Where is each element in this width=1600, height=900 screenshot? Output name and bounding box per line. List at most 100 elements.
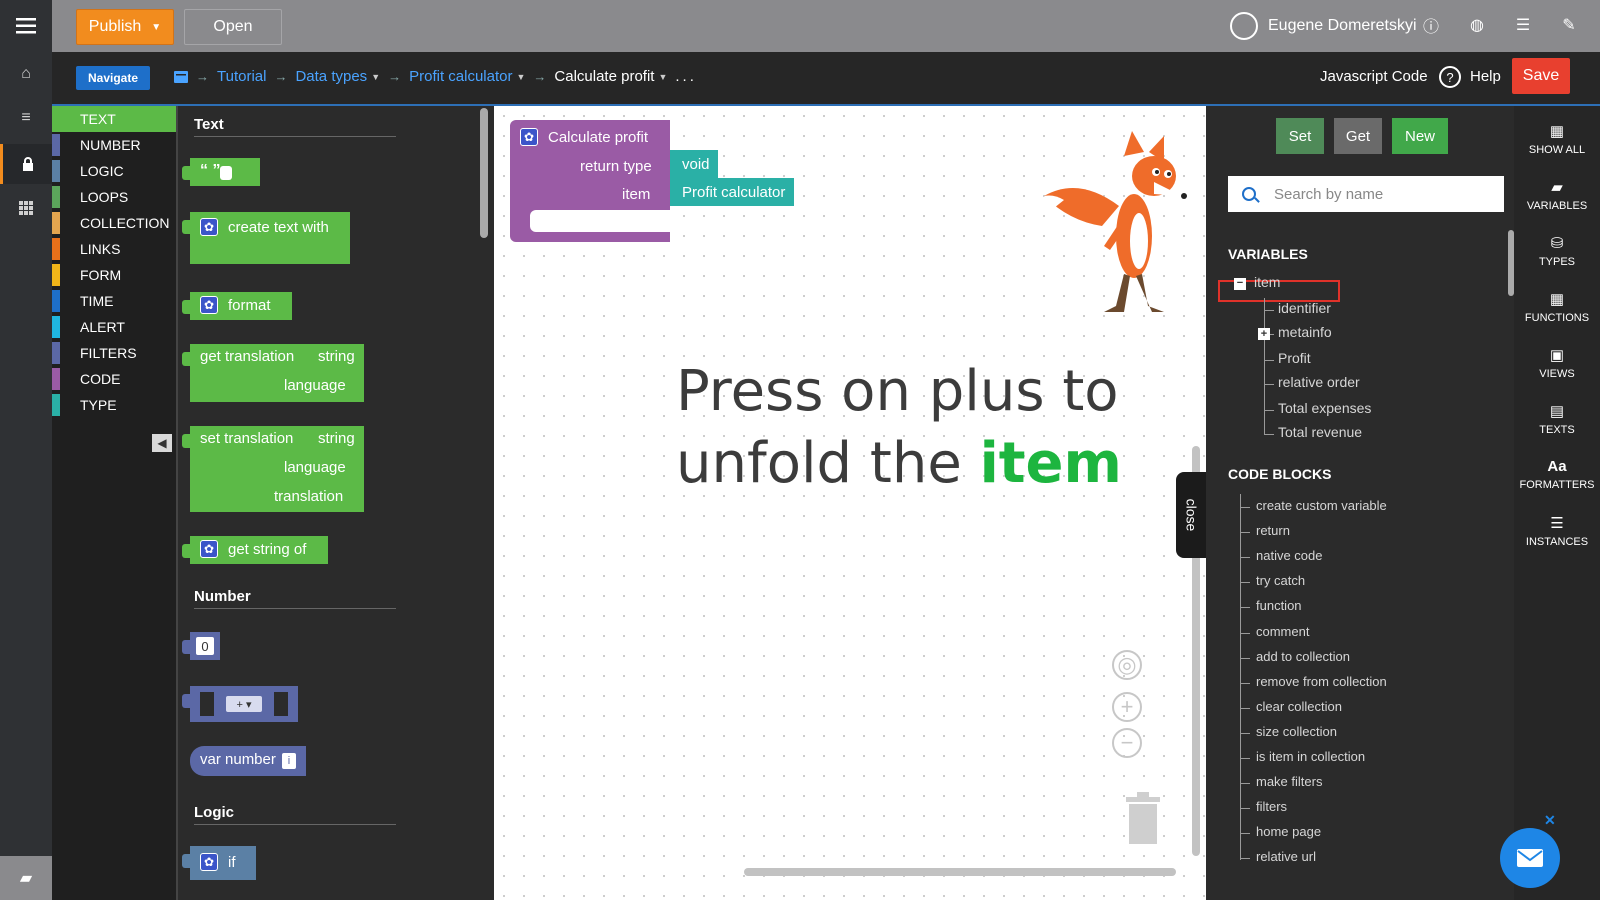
canvas-horizontal-scrollbar[interactable] [744, 868, 1176, 876]
block-arithmetic[interactable]: + ▾ [182, 686, 298, 722]
variable-field[interactable]: Profit [1278, 350, 1311, 366]
code-block-item[interactable]: relative url [1256, 849, 1316, 864]
search-input[interactable]: Search by name [1228, 176, 1504, 212]
category-logic[interactable]: LOGIC [52, 158, 176, 184]
gear-icon[interactable]: ✿ [200, 540, 218, 558]
category-number[interactable]: NUMBER [52, 132, 176, 158]
code-block-item[interactable]: create custom variable [1256, 498, 1387, 513]
block-format[interactable]: ✿ format [182, 292, 292, 320]
breadcrumb-data-types[interactable]: Data types [295, 68, 367, 85]
lock-icon[interactable] [0, 144, 52, 184]
code-block-item[interactable]: clear collection [1256, 699, 1342, 714]
chat-button[interactable] [1500, 828, 1560, 888]
javascript-code-link[interactable]: Javascript Code [1320, 68, 1428, 85]
types-tab[interactable]: ⛁ TYPES [1514, 234, 1600, 268]
category-links[interactable]: LINKS [52, 236, 176, 262]
open-button[interactable]: Open [184, 9, 282, 45]
set-button[interactable]: Set [1276, 118, 1324, 154]
expand-icon[interactable]: + [1258, 328, 1270, 340]
block-var-number[interactable]: var number i [190, 746, 306, 776]
number-input[interactable]: 0 [196, 637, 214, 655]
caret-down-icon[interactable]: ▼ [516, 72, 525, 82]
category-time[interactable]: TIME [52, 288, 176, 314]
input-slot-left[interactable] [200, 692, 214, 716]
block-text-literal[interactable]: “ ” [182, 158, 260, 186]
show-all-tab[interactable]: ▦ SHOW ALL [1514, 122, 1600, 156]
block-get-string-of[interactable]: ✿ get string of [182, 536, 328, 564]
info-icon[interactable]: ⓘ [1420, 14, 1442, 36]
code-block-item[interactable]: filters [1256, 799, 1287, 814]
code-block-item[interactable]: comment [1256, 624, 1309, 639]
menu-icon[interactable]: ≡ [0, 98, 52, 138]
save-button[interactable]: Save [1512, 58, 1570, 94]
wrench-icon[interactable]: ✎ [1558, 14, 1580, 36]
text-input-slot[interactable] [220, 166, 232, 180]
home-icon[interactable]: ⌂ [0, 54, 52, 94]
operator-dropdown[interactable]: + ▾ [226, 696, 262, 712]
main-menu-button[interactable] [0, 0, 52, 52]
navigate-button[interactable]: Navigate [76, 66, 150, 90]
block-create-text-with[interactable]: ✿ create text with [182, 212, 350, 264]
variable-field[interactable]: identifier [1278, 300, 1331, 316]
flyout-scrollbar[interactable] [480, 108, 488, 238]
code-block-item[interactable]: make filters [1256, 774, 1322, 789]
close-icon[interactable]: ✕ [1544, 812, 1556, 829]
code-block-item[interactable]: try catch [1256, 573, 1305, 588]
variable-field[interactable]: Total revenue [1278, 424, 1362, 440]
user-menu[interactable]: Eugene Domeretskyi [1230, 10, 1417, 42]
function-block-calculate-profit[interactable]: ✿ Calculate profit return type item [510, 120, 670, 242]
item-type-value[interactable]: Profit calculator [670, 178, 794, 206]
help-link[interactable]: Help [1470, 68, 1501, 85]
category-collection[interactable]: COLLECTION [52, 210, 176, 236]
category-loops[interactable]: LOOPS [52, 184, 176, 210]
caret-down-icon[interactable]: ▼ [658, 72, 667, 82]
functions-tab[interactable]: ▦ FUNCTIONS [1514, 290, 1600, 324]
code-block-item[interactable]: remove from collection [1256, 674, 1387, 689]
category-code[interactable]: CODE [52, 366, 176, 392]
help-icon[interactable]: ? [1439, 66, 1461, 88]
code-block-item[interactable]: size collection [1256, 724, 1337, 739]
code-block-item[interactable]: return [1256, 523, 1290, 538]
breadcrumb-calculate-profit[interactable]: Calculate profit [554, 68, 654, 85]
variable-field[interactable]: Total expenses [1278, 400, 1371, 416]
texts-tab[interactable]: ▤ TEXTS [1514, 402, 1600, 436]
collapse-icon[interactable]: − [1234, 278, 1246, 290]
zoom-out-icon[interactable]: − [1112, 728, 1142, 758]
category-text[interactable]: TEXT [52, 106, 176, 132]
info-icon[interactable]: i [282, 753, 296, 769]
gear-icon[interactable]: ✿ [200, 853, 218, 871]
input-slot-right[interactable] [274, 692, 288, 716]
block-get-translation[interactable]: get translation string language [182, 344, 364, 402]
category-type[interactable]: TYPE [52, 392, 176, 418]
breadcrumb-tutorial[interactable]: Tutorial [217, 68, 266, 85]
breadcrumb-profit-calculator[interactable]: Profit calculator [409, 68, 512, 85]
statement-slot[interactable] [530, 210, 670, 232]
gear-icon[interactable]: ✿ [200, 218, 218, 236]
more-menu[interactable]: ... [675, 68, 697, 85]
list-icon[interactable]: ☰ [1512, 14, 1534, 36]
publish-button[interactable]: Publish ▼ [76, 9, 174, 45]
category-filters[interactable]: FILTERS [52, 340, 176, 366]
code-block-item[interactable]: native code [1256, 548, 1323, 563]
apps-grid-icon[interactable] [0, 188, 52, 228]
trash-icon[interactable] [1124, 791, 1162, 847]
return-type-value[interactable]: void [670, 150, 718, 178]
views-tab[interactable]: ▣ VIEWS [1514, 346, 1600, 380]
formatters-tab[interactable]: Aa FORMATTERS [1514, 458, 1600, 491]
instances-tab[interactable]: ☰ INSTANCES [1514, 514, 1600, 548]
collapse-arrow-icon[interactable]: ◀ [152, 434, 172, 452]
gear-icon[interactable]: ✿ [520, 128, 538, 146]
category-alert[interactable]: ALERT [52, 314, 176, 340]
code-block-item[interactable]: is item in collection [1256, 749, 1365, 764]
zoom-in-icon[interactable]: + [1112, 692, 1142, 722]
recenter-icon[interactable]: ◎ [1112, 650, 1142, 680]
variable-item[interactable]: item [1254, 274, 1280, 290]
variable-field[interactable]: relative order [1278, 374, 1360, 390]
panel-close-tab[interactable]: close [1176, 472, 1206, 558]
block-set-translation[interactable]: set translation string language translat… [182, 426, 364, 512]
variable-field[interactable]: metainfo [1278, 324, 1332, 340]
get-button[interactable]: Get [1334, 118, 1382, 154]
globe-icon[interactable]: ◍ [1466, 14, 1488, 36]
workspace-canvas[interactable]: ✿ Calculate profit return type item void… [494, 106, 1206, 900]
block-if[interactable]: ✿ if [182, 846, 256, 880]
